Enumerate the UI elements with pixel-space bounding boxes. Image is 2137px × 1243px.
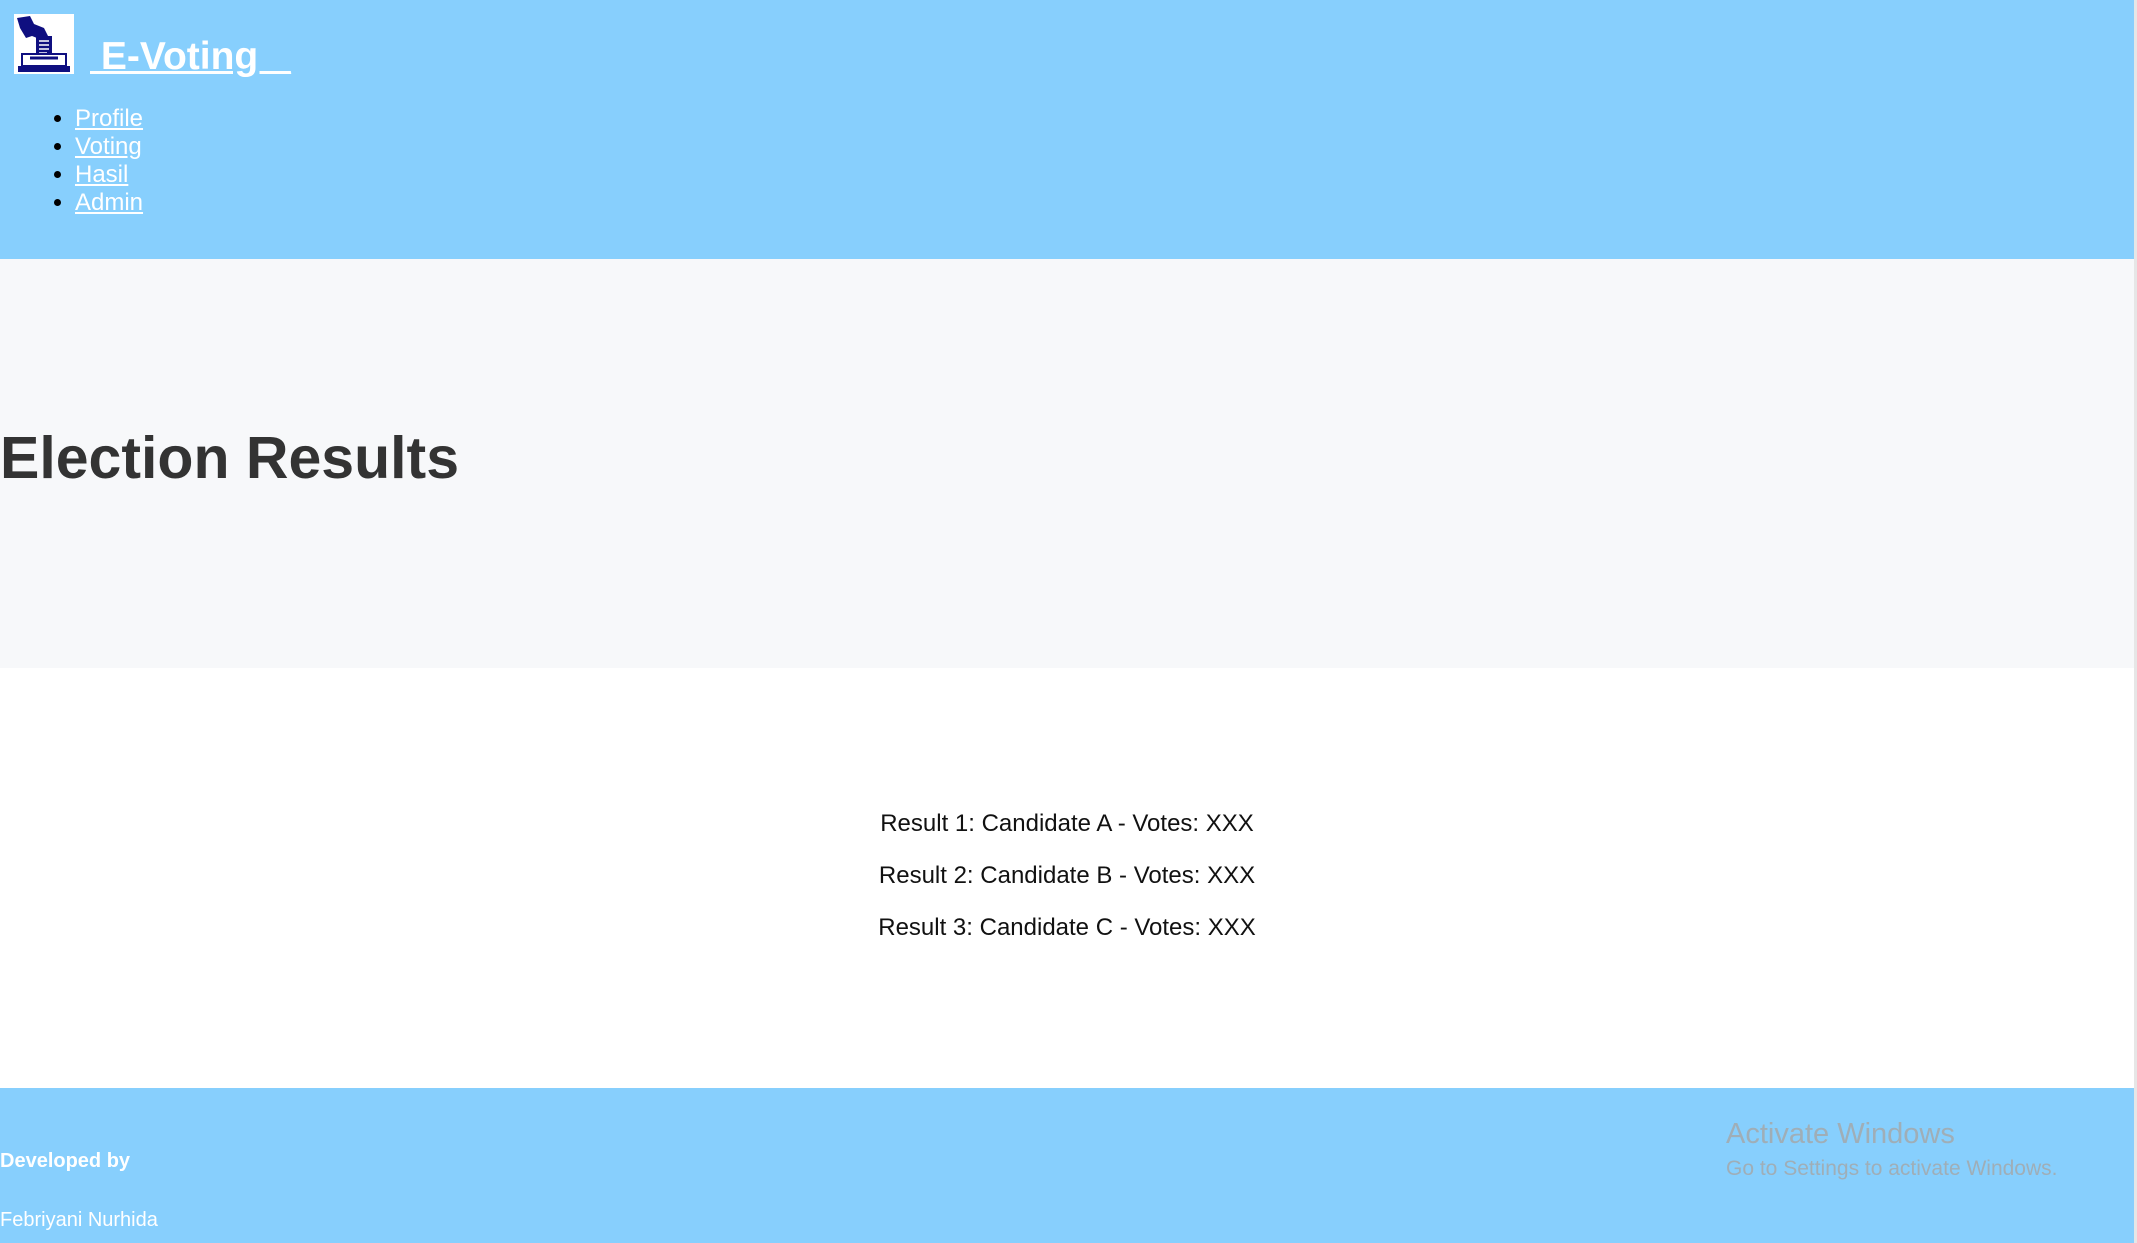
nav-item-profile: Profile	[75, 105, 143, 133]
result-item-3: Result 3: Candidate C - Votes: XXX	[878, 914, 1256, 941]
nav-link-voting[interactable]: Voting	[75, 133, 142, 160]
watermark-subtitle: Go to Settings to activate Windows.	[1726, 1157, 2058, 1180]
brand-title[interactable]: E-Voting _	[90, 37, 291, 76]
home-link[interactable]: E-Voting _	[14, 14, 291, 76]
site-footer: Developed by Febriyani Nurhida Activate …	[0, 1088, 2134, 1243]
main-nav: Profile Voting Hasil Admin	[45, 105, 143, 217]
nav-link-admin[interactable]: Admin	[75, 189, 143, 216]
site-header: E-Voting _ Profile Voting Hasil Admin	[0, 0, 2134, 259]
activate-windows-watermark: Activate Windows Go to Settings to activ…	[1726, 1118, 2058, 1181]
page-title: Election Results	[0, 425, 460, 491]
watermark-title: Activate Windows	[1726, 1118, 1955, 1150]
nav-item-hasil: Hasil	[75, 161, 143, 189]
developer-name: Febriyani Nurhida	[0, 1209, 158, 1231]
nav-item-admin: Admin	[75, 189, 143, 217]
result-item-1: Result 1: Candidate A - Votes: XXX	[880, 810, 1254, 837]
nav-item-voting: Voting	[75, 133, 143, 161]
results-section: Result 1: Candidate A - Votes: XXX Resul…	[0, 668, 2134, 1088]
nav-link-profile[interactable]: Profile	[75, 105, 143, 132]
hero-section: Election Results	[0, 259, 2134, 668]
nav-link-hasil[interactable]: Hasil	[75, 161, 128, 188]
developed-by-label: Developed by	[0, 1150, 131, 1172]
ballot-box-icon	[14, 14, 74, 74]
result-item-2: Result 2: Candidate B - Votes: XXX	[878, 862, 1256, 889]
